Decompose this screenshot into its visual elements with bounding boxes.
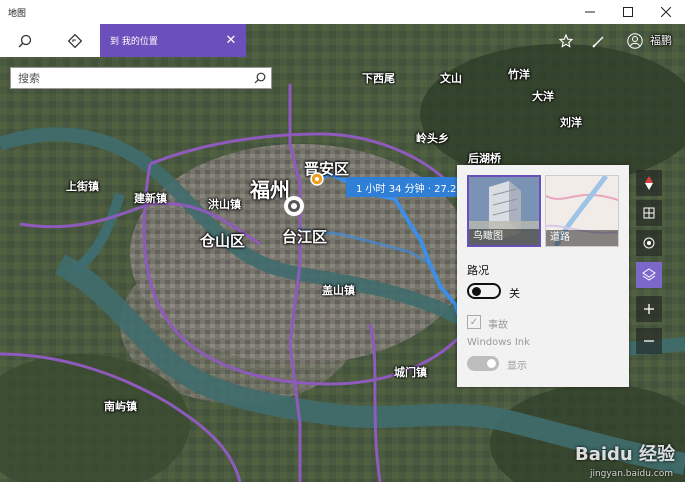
directions-button[interactable]: [50, 24, 100, 57]
checkmark-icon: ✓: [469, 316, 479, 328]
star-icon: [559, 33, 573, 48]
map-label-liu: 刘洋: [560, 116, 582, 129]
ink-toggle[interactable]: [467, 356, 499, 371]
map-label-daqu: 大洋: [532, 90, 554, 103]
route-tab[interactable]: 到 我的位置 ✕: [100, 24, 246, 57]
maximize-button[interactable]: [609, 0, 647, 24]
compass-icon: [645, 176, 653, 190]
app-title: 地图: [8, 8, 27, 19]
user-name: 福鹏: [650, 34, 672, 47]
search-icon: [254, 72, 266, 84]
map-label-gaishan: 盖山镇: [322, 284, 355, 297]
ink-toggle-label: 显示: [507, 361, 527, 372]
aerial-label: 鸟瞰图: [469, 229, 539, 245]
map-label-chengmen: 城门镇: [394, 366, 427, 379]
layers-icon: [642, 268, 656, 281]
close-icon: ✕: [225, 33, 237, 48]
toggle-knob: [472, 287, 481, 296]
zoom-out-button[interactable]: [636, 328, 662, 354]
map-label-wenshan: 文山: [440, 72, 462, 85]
my-location-marker[interactable]: [282, 194, 306, 218]
map-label-hongshan: 洪山镇: [208, 198, 241, 211]
map-label-taijiang: 台江区: [282, 228, 328, 246]
windows-ink-title: Windows Ink: [467, 337, 530, 348]
favorites-button[interactable]: [552, 24, 580, 57]
route-tab-label: 到 我的位置: [110, 37, 158, 47]
minus-icon: [644, 340, 654, 342]
compass-button[interactable]: [636, 170, 662, 196]
jingyan-watermark: jingyan.baidu.com: [589, 469, 673, 479]
traffic-toggle[interactable]: [467, 283, 501, 299]
close-icon: [661, 7, 671, 17]
account-button[interactable]: [620, 24, 650, 57]
tilt-button[interactable]: [636, 200, 662, 226]
search-box[interactable]: 搜索: [10, 67, 272, 89]
map-label-jianxin: 建新镇: [134, 192, 167, 205]
location-icon: [643, 237, 655, 249]
search-button[interactable]: [0, 24, 50, 57]
incidents-label: 事故: [488, 320, 508, 331]
map-label-shangjie: 上街镇: [66, 180, 99, 193]
map-label-houhu: 后湖桥: [468, 152, 501, 165]
search-input[interactable]: 搜索: [18, 70, 249, 86]
pen-icon: [592, 36, 604, 48]
show-my-location-button[interactable]: [636, 230, 662, 256]
traffic-toggle-label: 关: [509, 287, 520, 300]
map-layers-button[interactable]: [636, 262, 662, 288]
minimize-icon: [585, 11, 595, 13]
map-label-lingtou: 岭头乡: [416, 132, 449, 145]
map-label-nanyu: 南屿镇: [104, 400, 137, 413]
search-submit-button[interactable]: [249, 72, 271, 84]
top-toolbar: 到 我的位置 ✕ 福鹏: [0, 24, 685, 57]
map-layers-panel: 鸟瞰图 道路 路况 关 ✓ 事故 Windows Ink 显示: [457, 165, 629, 387]
maximize-icon: [623, 7, 633, 17]
toggle-knob: [487, 359, 496, 368]
incidents-checkbox[interactable]: ✓: [467, 315, 481, 329]
avatar-icon: [627, 32, 643, 49]
map-label-zhuyang: 竹洋: [508, 68, 530, 81]
map-label-cangshan: 仓山区: [200, 232, 246, 250]
grid-icon: [643, 207, 655, 219]
window-titlebar: 地图: [0, 0, 685, 24]
road-label: 道路: [546, 230, 618, 246]
aerial-view-option[interactable]: 鸟瞰图: [467, 175, 541, 247]
destination-marker[interactable]: [310, 172, 324, 186]
window-controls: [571, 0, 685, 24]
directions-icon: [68, 33, 82, 48]
road-view-option[interactable]: 道路: [545, 175, 619, 247]
traffic-title: 路况: [467, 264, 489, 277]
baidu-watermark: Baidu 经验: [574, 444, 675, 465]
ink-button[interactable]: [584, 24, 612, 57]
zoom-in-button[interactable]: [636, 296, 662, 322]
map-label-xiaxi: 下西尾: [362, 72, 395, 85]
plus-icon: [644, 304, 654, 314]
route-close-button[interactable]: ✕: [220, 24, 242, 57]
close-window-button[interactable]: [647, 0, 685, 24]
search-icon: [18, 34, 32, 47]
minimize-button[interactable]: [571, 0, 609, 24]
